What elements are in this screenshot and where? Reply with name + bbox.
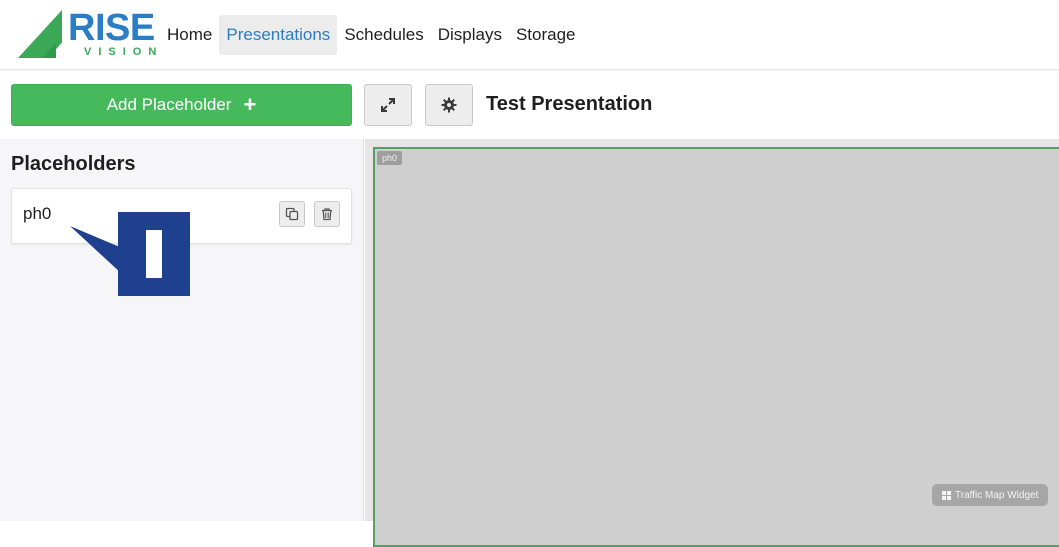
settings-button[interactable] [425, 84, 473, 126]
plus-icon: + [243, 92, 257, 117]
gear-icon [441, 97, 457, 113]
trash-icon [322, 208, 332, 221]
presentation-title[interactable]: Test Presentation [486, 93, 652, 116]
rise-vision-logo[interactable]: RISE VISION [18, 9, 156, 60]
nav-storage[interactable]: Storage [509, 15, 583, 55]
grid-icon [942, 490, 951, 500]
logo-text-rise: RISE [68, 7, 155, 49]
nav-displays[interactable]: Displays [431, 15, 509, 55]
duplicate-placeholder-button[interactable] [279, 201, 305, 227]
duplicate-icon [285, 207, 299, 221]
text-cursor-icon [146, 230, 162, 278]
main-nav: Home Presentations Schedules Displays St… [160, 15, 583, 55]
editor-toolbar: Add Placeholder + Test Presentation [0, 71, 1059, 139]
widget-badge: Traffic Map Widget [932, 484, 1049, 506]
widget-label: Traffic Map Widget [955, 489, 1039, 501]
sidebar-heading: Placeholders [11, 153, 136, 175]
placeholders-sidebar: Placeholders ph0 [0, 139, 364, 521]
nav-home[interactable]: Home [160, 15, 219, 55]
logo-text-vision: VISION [84, 46, 164, 58]
expand-icon [381, 98, 395, 112]
delete-placeholder-button[interactable] [314, 201, 340, 227]
placeholder-name: ph0 [23, 204, 52, 223]
add-placeholder-button[interactable]: Add Placeholder + [11, 84, 352, 126]
add-placeholder-label: Add Placeholder [106, 95, 232, 114]
nav-presentations[interactable]: Presentations [219, 15, 338, 55]
placeholder-tag: ph0 [377, 151, 403, 165]
callout-pointer [70, 226, 122, 274]
presentation-canvas-area: ph0 [365, 139, 1059, 547]
text-cursor-callout [70, 212, 190, 296]
nav-schedules[interactable]: Schedules [337, 15, 430, 55]
fullscreen-button[interactable] [364, 84, 412, 126]
top-navbar: RISE VISION Home Presentations Schedules… [0, 0, 1059, 70]
